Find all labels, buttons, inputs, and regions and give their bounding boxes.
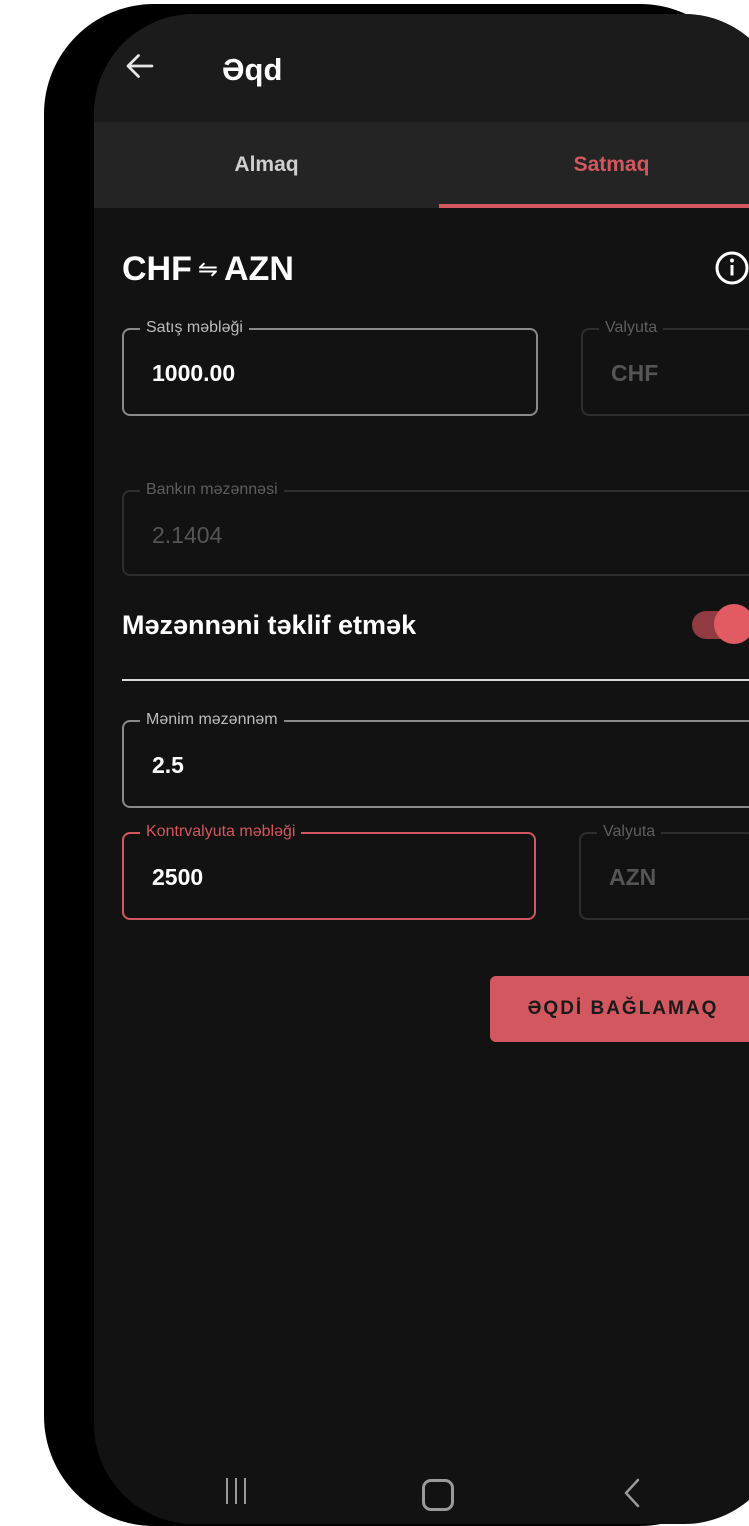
tab-almaq[interactable]: Almaq [94, 122, 439, 208]
counter-amount-field[interactable]: Kontrvalyuta məbləği 2500 [122, 823, 536, 920]
screen: Əqd Almaq Satmaq CHF ⇋ AZN Satış məbləği… [94, 14, 749, 1524]
info-icon[interactable] [714, 250, 749, 286]
my-rate-label: Mənim məzənnəm [140, 711, 284, 729]
bank-rate-value: 2.1404 [152, 522, 223, 548]
pair-quote: AZN [224, 250, 294, 288]
counter-amount-value: 2500 [152, 864, 204, 890]
swap-icon: ⇋ [197, 256, 218, 283]
currency-field-top: Valyuta CHF [581, 319, 749, 416]
sell-amount-label: Satış məbləği [140, 319, 249, 337]
tab-bar: Almaq Satmaq [94, 122, 749, 208]
sell-amount-value: 1000.00 [152, 360, 236, 386]
arrow-left-icon[interactable] [122, 48, 158, 84]
currency-label-top: Valyuta [599, 319, 664, 337]
counter-amount-label: Kontrvalyuta məbləği [140, 823, 302, 841]
page-title: Əqd [222, 52, 283, 87]
phone-frame: Əqd Almaq Satmaq CHF ⇋ AZN Satış məbləği… [44, 4, 749, 1526]
currency-label-bottom: Valyuta [597, 823, 662, 841]
bank-rate-label: Bankın məzənnəsi [140, 481, 284, 499]
recent-apps-icon[interactable] [226, 1478, 253, 1509]
currency-value-top: CHF [611, 360, 659, 386]
currency-value-bottom: AZN [609, 864, 657, 890]
tab-satmaq[interactable]: Satmaq [439, 122, 749, 208]
currency-field-bottom: Valyuta AZN [579, 823, 749, 920]
bank-rate-field: Bankın məzənnəsi 2.1404 [122, 481, 749, 576]
currency-pair-title: CHF ⇋ AZN [122, 250, 294, 289]
offer-rate-label: Məzənnəni təklif etmək [122, 610, 417, 640]
pair-base: CHF [122, 250, 192, 288]
home-icon[interactable] [422, 1479, 454, 1511]
back-chevron-icon[interactable] [622, 1478, 642, 1508]
divider [122, 679, 749, 681]
my-rate-value: 2.5 [152, 752, 184, 778]
system-nav-bar [94, 1434, 749, 1524]
sell-amount-field[interactable]: Satış məbləği 1000.00 [122, 319, 538, 416]
close-deal-button[interactable]: ƏQDİ BAĞLAMAQ [490, 976, 749, 1042]
active-tab-indicator [439, 204, 749, 208]
my-rate-field[interactable]: Mənim məzənnəm 2.5 [122, 711, 749, 808]
app-bar: Əqd [94, 14, 749, 122]
offer-rate-toggle-knob[interactable] [714, 604, 749, 644]
